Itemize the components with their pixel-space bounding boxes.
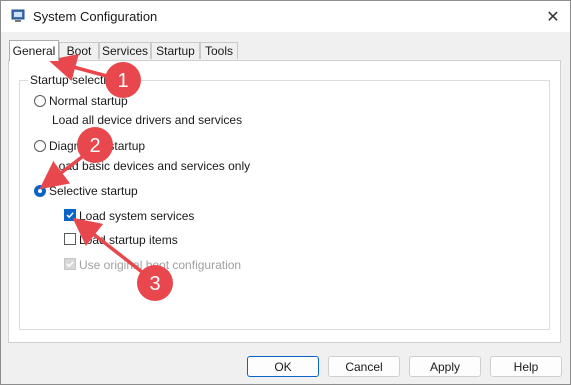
- selective-startup-radio[interactable]: [34, 185, 46, 197]
- tab-tools[interactable]: Tools: [200, 42, 238, 59]
- load-system-services-checkbox[interactable]: [64, 209, 76, 221]
- normal-startup-description: Load all device drivers and services: [52, 113, 243, 127]
- window-title: System Configuration: [33, 9, 158, 24]
- tab-label: Boot: [66, 44, 92, 58]
- diagnostic-startup-description: Load basic devices and services only: [52, 159, 251, 173]
- normal-startup-radio[interactable]: [34, 95, 46, 107]
- help-button[interactable]: Help: [490, 356, 562, 377]
- use-original-boot-config-checkbox: [64, 258, 76, 270]
- checkmark-icon: [66, 261, 74, 268]
- tab-general[interactable]: General: [9, 40, 59, 61]
- title-bar: System Configuration ✕: [1, 1, 570, 32]
- diagnostic-startup-label[interactable]: Diagnostic startup: [49, 139, 145, 153]
- selective-startup-label[interactable]: Selective startup: [49, 184, 138, 198]
- load-startup-items-label[interactable]: Load startup items: [79, 233, 178, 247]
- system-config-icon: [11, 9, 25, 22]
- checkmark-icon: [66, 212, 74, 219]
- apply-button[interactable]: Apply: [409, 356, 481, 377]
- use-original-boot-config-label: Use original boot configuration: [79, 258, 242, 272]
- startup-selection-label: Startup selection: [28, 73, 122, 87]
- close-button[interactable]: ✕: [536, 1, 570, 32]
- close-icon: ✕: [546, 8, 560, 26]
- tab-label: Tools: [204, 44, 233, 58]
- load-startup-items-checkbox[interactable]: [64, 233, 76, 245]
- cancel-button[interactable]: Cancel: [328, 356, 400, 377]
- tab-boot[interactable]: Boot: [59, 42, 99, 59]
- tab-services[interactable]: Services: [99, 42, 151, 59]
- tab-label: Startup: [156, 44, 195, 58]
- normal-startup-label[interactable]: Normal startup: [49, 94, 128, 108]
- tab-label: Services: [101, 44, 148, 58]
- ok-button[interactable]: OK: [247, 356, 319, 377]
- tab-startup[interactable]: Startup: [151, 42, 200, 59]
- diagnostic-startup-radio[interactable]: [34, 140, 46, 152]
- load-system-services-label[interactable]: Load system services: [79, 209, 194, 223]
- tab-label: General: [12, 44, 56, 58]
